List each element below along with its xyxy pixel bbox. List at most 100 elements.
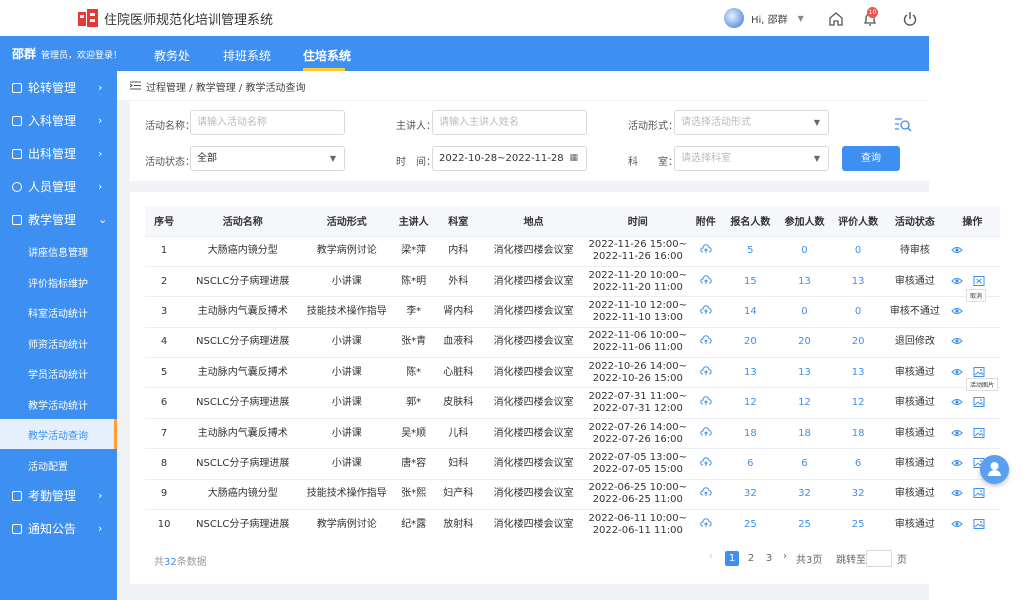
page-3[interactable]: 3 (762, 551, 776, 566)
chevron-right-icon: › (98, 522, 103, 535)
page-2[interactable]: 2 (744, 551, 758, 566)
time-start: 2022-07-31 11:00~ (588, 391, 688, 403)
eye-icon[interactable] (950, 488, 963, 498)
table-row: 6 NSCLC分子病理进展 小讲课 郭* 皮肤科 消化楼四楼会议室 2022-07-31 1… (145, 387, 1000, 419)
sidebar-sub-student-stats[interactable]: 学员活动统计 (0, 358, 117, 388)
cell-attend: 20 (777, 326, 832, 358)
cloud-upload-icon[interactable] (699, 244, 712, 254)
cell-dept: 内科 (435, 235, 481, 267)
lecturer-input[interactable]: 请输入主讲人姓名 (432, 110, 587, 135)
status-select[interactable]: 全部 ▼ (190, 146, 345, 171)
time-start: 2022-11-26 15:00~ (588, 239, 688, 251)
image-icon[interactable] (973, 366, 985, 377)
cell-form: 技能技术操作指导 (302, 478, 392, 510)
sidebar-sub-activity-query[interactable]: 教学活动查询 (0, 419, 117, 449)
image-icon[interactable] (973, 427, 985, 438)
cell-status: 退回修改 (885, 326, 945, 358)
cell-lecturer: 唐*容 (391, 448, 436, 480)
cell-eval: 25 (831, 509, 886, 540)
eye-icon[interactable] (950, 397, 963, 407)
sidebar-sub-lecture-info[interactable]: 讲座信息管理 (0, 236, 117, 266)
cloud-upload-icon[interactable] (699, 396, 712, 406)
cloud-upload-icon[interactable] (699, 487, 712, 497)
eye-icon[interactable] (950, 519, 963, 529)
sidebar-sub-teaching-stats[interactable]: 教学活动统计 (0, 389, 117, 419)
activity-form-select[interactable]: 请选择活动形式 ▼ (674, 110, 829, 135)
sidebar-item-rotation[interactable]: 轮转管理 › (0, 71, 117, 104)
time-end: 2022-07-26 16:00 (592, 433, 683, 445)
advanced-search-icon[interactable] (894, 117, 912, 133)
cloud-upload-icon[interactable] (699, 335, 712, 345)
activity-name-input[interactable]: 请输入活动名称 (190, 110, 345, 135)
cell-attend: 25 (777, 509, 832, 540)
cloud-upload-icon[interactable] (699, 274, 712, 285)
cloud-upload-icon[interactable] (699, 305, 712, 315)
dept-select[interactable]: 请选择科室 ▼ (674, 146, 829, 171)
eye-icon[interactable] (950, 245, 963, 255)
eye-icon[interactable] (950, 428, 963, 438)
image-icon[interactable] (973, 488, 985, 499)
power-icon[interactable] (901, 10, 919, 28)
prev-page-icon[interactable]: ‹ (709, 551, 713, 562)
sidebar-item-notice[interactable]: 通知公告 › (0, 512, 117, 545)
app-logo-icon (78, 9, 98, 27)
cloud-upload-icon[interactable] (699, 366, 712, 376)
cell-name: NSCLC分子病理进展 (183, 387, 303, 419)
home-icon[interactable] (827, 10, 845, 28)
image-icon[interactable] (973, 518, 985, 529)
eye-icon[interactable] (950, 458, 963, 468)
sidebar-item-attendance[interactable]: 考勤管理 › (0, 479, 117, 512)
cancel-icon[interactable] (973, 275, 985, 286)
cell-signup: 15 (722, 265, 778, 297)
time-start: 2022-06-11 10:00~ (588, 512, 688, 524)
cell-signup: 6 (722, 448, 778, 480)
cloud-upload-icon[interactable] (699, 457, 712, 467)
cell-attachment (688, 357, 723, 388)
cell-attend: 12 (777, 387, 832, 419)
tab-academic-affairs[interactable]: 教务处 (154, 47, 190, 64)
sidebar-item-discharge[interactable]: 出科管理 › (0, 137, 117, 170)
cell-signup: 18 (722, 417, 778, 449)
image-icon[interactable] (973, 397, 985, 408)
eye-icon[interactable] (950, 336, 963, 346)
sidebar-item-personnel[interactable]: 人员管理 › (0, 170, 117, 203)
cloud-upload-icon[interactable] (699, 518, 712, 528)
user-menu[interactable]: Hi, 邵群 ▼ (724, 8, 804, 28)
cell-name: NSCLC分子病理进展 (183, 326, 303, 358)
sidebar-sub-dept-stats[interactable]: 科室活动统计 (0, 297, 117, 327)
sidebar-item-teaching[interactable]: 教学管理 ⌄ (0, 203, 117, 236)
cell-lecturer: 陈*明 (391, 265, 436, 297)
col-header: 操作 (944, 206, 1000, 236)
cell-time: 2022-11-20 10:00~ 2022-11-20 11:00 (586, 265, 689, 297)
sidebar-sub-eval-index[interactable]: 评价指标维护 (0, 267, 117, 297)
query-button[interactable]: 查询 (842, 146, 900, 171)
eye-icon[interactable] (950, 276, 963, 286)
chevron-right-icon: › (98, 180, 103, 193)
sidebar-item-label: 通知公告 (28, 522, 77, 536)
select-value: 请选择科室 (681, 153, 731, 164)
date-range-input[interactable]: 2022-10-28~2022-11-28 ▦ (432, 146, 587, 171)
cell-eval: 13 (831, 357, 886, 388)
time-end: 2022-07-05 15:00 (592, 463, 683, 475)
page-1[interactable]: 1 (725, 551, 739, 566)
tab-scheduling[interactable]: 排班系统 (223, 47, 271, 64)
eye-icon[interactable] (950, 367, 963, 377)
sidebar-sub-teacher-stats[interactable]: 师资活动统计 (0, 328, 117, 358)
chevron-down-icon: ▼ (797, 13, 804, 23)
sidebar-sub-activity-config[interactable]: 活动配置 (0, 450, 117, 480)
cell-lecturer: 张*熙 (391, 478, 436, 510)
cell-dept: 妇产科 (435, 478, 481, 510)
tab-residency[interactable]: 住培系统 (303, 47, 351, 64)
cell-status: 审核通过 (885, 448, 945, 480)
cell-dept: 血液科 (435, 326, 481, 358)
sidebar-item-admission[interactable]: 入科管理 › (0, 104, 117, 137)
cell-lecturer: 李* (391, 296, 436, 328)
next-page-icon[interactable]: › (783, 551, 787, 562)
table-row: 1 大肠癌内镜分型 教学病例讨论 梁*萍 内科 消化楼四楼会议室 2022-11-26 15… (145, 235, 1000, 267)
chevron-down-icon: ▼ (813, 154, 820, 163)
menu-fold-icon[interactable] (130, 81, 141, 90)
assistant-float-button[interactable] (980, 455, 1009, 484)
cloud-upload-icon[interactable] (699, 426, 712, 437)
eye-icon[interactable] (950, 306, 963, 316)
jump-page-input[interactable] (866, 550, 892, 567)
